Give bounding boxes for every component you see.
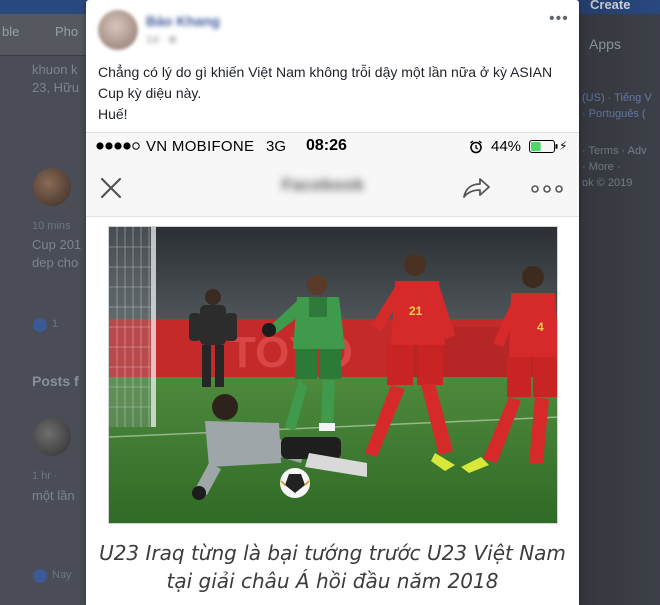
author-avatar[interactable] (98, 10, 138, 50)
copyright: ok © 2019 (582, 177, 633, 189)
post-signoff: Huế! (98, 106, 128, 122)
more-horizontal-icon[interactable] (531, 185, 563, 193)
status-time: 08:26 (306, 137, 347, 154)
signal-strength-icon (96, 142, 140, 150)
more-horizontal-icon[interactable]: ••• (549, 10, 569, 28)
left-column (0, 14, 86, 605)
create-button[interactable]: Create (590, 0, 630, 12)
alarm-icon (470, 140, 482, 154)
post-body: Chẳng có lý do gì khiến Việt Nam không t… (98, 64, 553, 101)
battery-percent: 44% (491, 138, 522, 155)
author-name[interactable]: Bảo Khang (146, 13, 220, 29)
feed-snippet: dep cho (32, 255, 79, 270)
feed-snippet: khuon k (32, 62, 78, 77)
nav-item-photos[interactable]: Pho (55, 24, 78, 39)
phone-nav-title: Facebook (282, 177, 365, 194)
match-photo[interactable]: TOYO 21 4 (108, 226, 558, 524)
football-scene: TOYO 21 4 (109, 227, 557, 523)
caption-line: tại giải châu Á hồi đầu năm 2018 (166, 569, 499, 593)
feed-timestamp: 10 mins (32, 220, 71, 232)
footer-links[interactable]: · Terms · Adv (582, 145, 647, 157)
carrier-name: VN MOBIFONE (146, 138, 255, 155)
svg-text:4: 4 (537, 320, 544, 334)
network-type: 3G (266, 138, 287, 155)
footer-links[interactable]: · More · (582, 161, 621, 173)
svg-text:21: 21 (409, 304, 423, 318)
apps-link[interactable]: Apps (589, 36, 621, 52)
close-icon[interactable] (100, 177, 122, 199)
post-timestamp[interactable]: 1d · ⊕ (146, 33, 177, 46)
nav-item-timeline[interactable]: ble (2, 24, 19, 39)
like-count: 1 (52, 318, 59, 330)
feed-snippet: Nay (52, 569, 72, 581)
embedded-screenshot[interactable]: VN MOBIFONE 3G 08:26 44% ⚡ Facebook TOYO… (86, 132, 579, 605)
feed-avatar (33, 168, 71, 206)
language-link[interactable]: · Português ( (582, 108, 646, 120)
like-icon (33, 318, 47, 332)
feed-snippet: một lần (32, 488, 75, 503)
caption-line: U23 Iraq từng là bại tướng trước U23 Việ… (99, 541, 566, 565)
feed-snippet: 23, Hữu (32, 80, 80, 95)
feed-snippet: Cup 201 (32, 237, 82, 252)
feed-avatar (33, 418, 71, 456)
photo-caption: U23 Iraq từng là bại tướng trước U23 Việ… (96, 539, 569, 595)
posts-heading: Posts f (32, 373, 79, 389)
like-icon (33, 569, 47, 583)
charging-icon: ⚡ (559, 139, 568, 153)
battery-icon (529, 140, 558, 153)
phone-status-bar: VN MOBIFONE 3G 08:26 44% ⚡ (86, 133, 579, 159)
phone-nav-bar: Facebook (86, 159, 579, 217)
share-icon[interactable] (462, 177, 490, 199)
language-link[interactable]: (US) · Tiếng V (582, 92, 652, 104)
post-card: Bảo Khang 1d · ⊕ ••• Chẳng có lý do gì k… (86, 0, 579, 605)
feed-timestamp: 1 hr · (32, 470, 58, 482)
